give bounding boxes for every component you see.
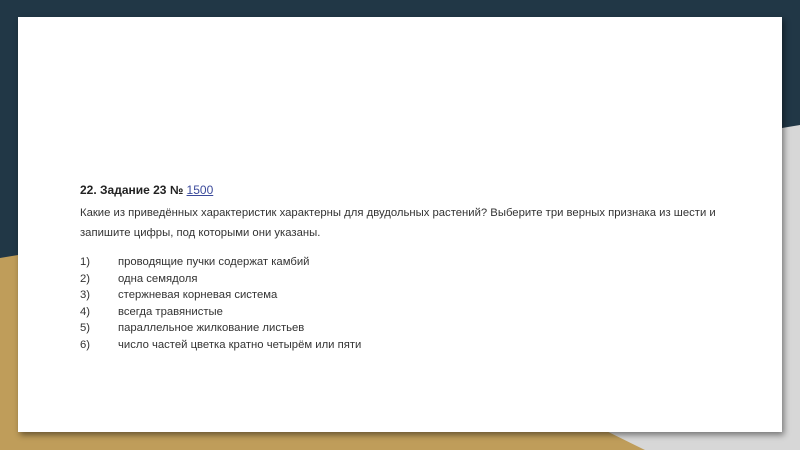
slide: 22. Задание 23 № 1500 Какие из приведённ… — [18, 17, 782, 432]
list-item: 3) стержневая корневая система — [80, 287, 361, 304]
options-list: 1) проводящие пучки содержат камбий 2) одн… — [80, 254, 361, 353]
task-title-text: 22. Задание 23 № — [80, 183, 184, 197]
option-text: число частей цветка кратно четырём или п… — [118, 338, 362, 351]
option-number: 2) — [80, 272, 91, 285]
option-text: стержневая корневая система — [118, 289, 278, 301]
task-number-link[interactable]: 1500 — [187, 183, 214, 197]
list-item: 1) проводящие пучки содержат камбий — [80, 254, 361, 271]
list-item: 4) всегда травянистые — [80, 304, 361, 321]
task-title: 22. Задание 23 № 1500 — [80, 183, 213, 197]
option-number: 1) — [80, 256, 91, 268]
option-text: одна семядоля — [118, 272, 198, 285]
option-text: параллельное жилкование листьев — [118, 322, 305, 334]
option-text: проводящие пучки содержат камбий — [118, 256, 310, 268]
option-text: всегда травянистые — [118, 305, 223, 318]
option-number: 5) — [80, 322, 91, 334]
list-item: 2) одна семядоля — [80, 271, 361, 288]
list-item: 6) число частей цветка кратно четырём или… — [80, 337, 361, 354]
question-text: Какие из приведённых характеристик харак… — [80, 207, 716, 239]
option-number: 4) — [80, 305, 91, 318]
option-number: 6) — [80, 338, 91, 351]
option-number: 3) — [80, 289, 91, 301]
list-item: 5) параллельное жилкование листьев — [80, 320, 361, 337]
